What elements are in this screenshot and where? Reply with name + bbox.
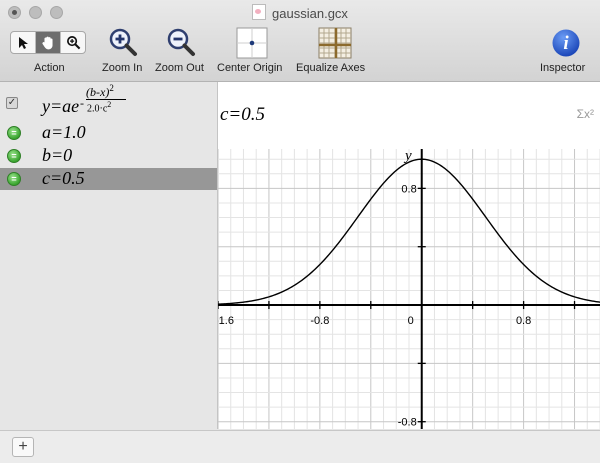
- sigma-symbol: Σx²: [576, 107, 594, 121]
- y-tick-label: -0.8: [398, 417, 417, 429]
- x-tick-label: 0.8: [516, 315, 531, 327]
- denominator-text: 2.0·c: [87, 103, 108, 115]
- param-a-expression: a=1.0: [42, 122, 86, 142]
- equalize-axes-label[interactable]: Equalize Axes: [296, 62, 365, 74]
- add-equation-button[interactable]: +: [12, 437, 34, 457]
- hand-icon: [41, 36, 53, 50]
- param-c-expression: c=0.5: [42, 168, 85, 188]
- hand-tool-button[interactable]: [36, 32, 61, 53]
- param-row-a[interactable]: = a=1.0: [0, 122, 217, 144]
- zoom-in-icon[interactable]: [108, 27, 138, 57]
- svg-text:i: i: [563, 33, 569, 54]
- equation-visible-checkbox[interactable]: ✓: [6, 97, 18, 109]
- zoom-out-icon[interactable]: [166, 27, 196, 57]
- x-tick-label: -0.8: [310, 315, 329, 327]
- graph-plot[interactable]: -1.6-0.800.80.8-0.8y: [218, 149, 600, 429]
- param-b-slider-icon[interactable]: =: [7, 149, 21, 163]
- denominator-power: 2: [107, 100, 112, 109]
- window-title: gaussian.gcx: [0, 4, 600, 21]
- equation-denominator: 2.0·c2: [87, 100, 111, 114]
- equation-numerator: (b-x)2: [86, 83, 114, 100]
- inspector-label[interactable]: Inspector: [540, 62, 585, 74]
- zoom-out-label[interactable]: Zoom Out: [155, 62, 204, 74]
- param-b-expression: b=0: [42, 145, 73, 165]
- param-row-b[interactable]: = b=0: [0, 145, 217, 167]
- sigma-menu-icon[interactable]: Σx²: [577, 107, 594, 121]
- inspector-info-icon[interactable]: i: [551, 28, 581, 58]
- window-title-text: gaussian.gcx: [272, 6, 348, 21]
- center-origin-label[interactable]: Center Origin: [217, 62, 282, 74]
- arrow-tool-button[interactable]: [11, 32, 36, 53]
- document-icon: [252, 4, 267, 20]
- window-toolbar: gaussian.gcx Action Zoom In Zoom Out Cen…: [0, 0, 600, 82]
- center-origin-icon[interactable]: [236, 27, 268, 59]
- graph-content: c=0.5 Σx² -1.6-0.800.80.8-0.8y: [218, 82, 600, 429]
- x-tick-label: -1.6: [218, 315, 234, 327]
- selected-expression-display[interactable]: c=0.5: [220, 104, 265, 126]
- magnifier-plus-icon: [66, 36, 80, 50]
- equalize-axes-icon[interactable]: [318, 27, 352, 59]
- equation-lhs: y=ae: [42, 96, 80, 116]
- numerator-text: (b-x): [86, 85, 110, 99]
- action-tool-segmented-control: [10, 31, 86, 54]
- bottom-bar: +: [0, 430, 600, 463]
- equation-exponent-minus: -: [80, 96, 84, 110]
- param-a-slider-icon[interactable]: =: [7, 126, 21, 140]
- magnify-tool-button[interactable]: [61, 32, 85, 53]
- pointer-arrow-icon: [19, 36, 28, 49]
- action-label: Action: [34, 62, 65, 74]
- x-tick-label: 0: [408, 315, 414, 327]
- param-row-c[interactable]: = c=0.5: [0, 168, 217, 190]
- numerator-power: 2: [109, 83, 114, 93]
- y-tick-label: 0.8: [401, 183, 416, 195]
- param-c-slider-icon[interactable]: =: [7, 172, 21, 186]
- zoom-in-label[interactable]: Zoom In: [102, 62, 142, 74]
